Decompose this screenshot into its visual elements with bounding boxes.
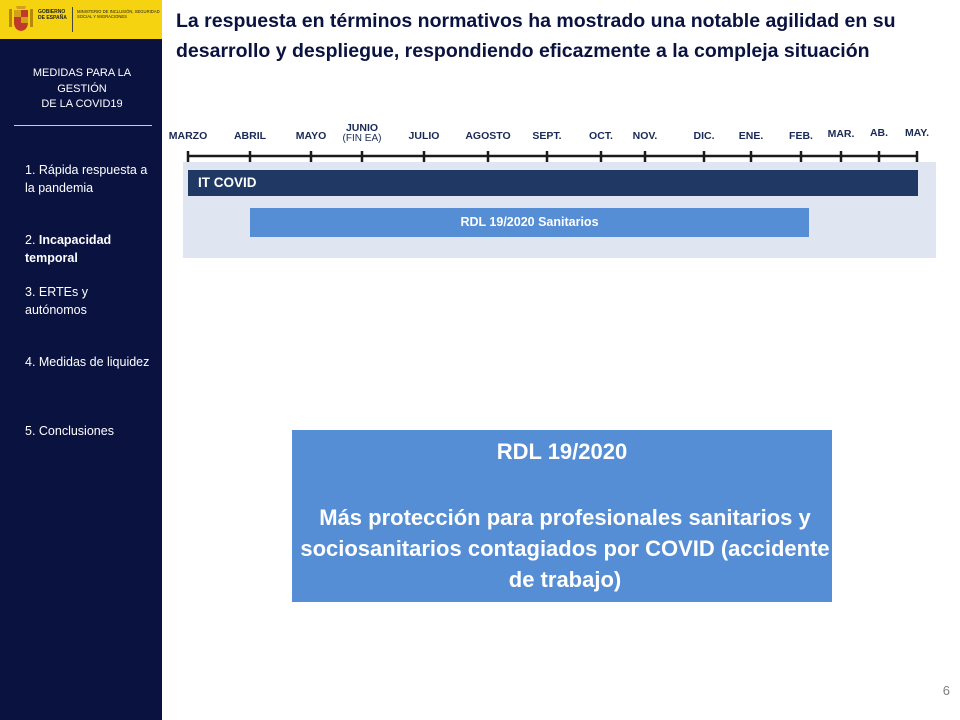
timeline-month-label: ABRIL — [233, 130, 267, 142]
timeline-month-label: MARZO — [168, 130, 208, 142]
logo-divider — [72, 7, 73, 32]
sidebar-title-line: GESTIÓN — [57, 82, 107, 95]
rdl-callout-box: RDL 19/2020 Más protección para profesio… — [292, 430, 832, 602]
sidebar-item-rapida-respuesta[interactable]: 1. Rápida respuesta a la pandemia — [25, 161, 151, 197]
sidebar-item-number: 2. — [25, 233, 39, 247]
sidebar-item-conclusiones[interactable]: 5. Conclusiones — [25, 422, 151, 440]
ministerio-text: MINISTERIO DE INCLUSIÓN, SEGURIDAD SOCIA… — [77, 9, 160, 20]
it-covid-bar: IT COVID — [188, 170, 918, 196]
callout-body: Más protección para profesionales sanita… — [300, 505, 830, 592]
timeline-month-label: MAY. — [904, 127, 930, 139]
timeline-month-label: FEB. — [789, 130, 813, 142]
sidebar-title-line: MEDIDAS PARA LA — [32, 67, 132, 79]
timeline-month-label: MAYO — [295, 130, 327, 142]
government-logo: GOBIERNO DE ESPAÑA MINISTERIO DE INCLUSI… — [0, 0, 162, 39]
page-number: 6 — [942, 683, 950, 698]
rdl-sanitarios-bar: RDL 19/2020 Sanitarios — [250, 208, 809, 237]
timeline-month-label: SEPT. — [532, 130, 562, 142]
sidebar-divider — [14, 125, 152, 126]
timeline-month-label: DIC. — [693, 130, 715, 142]
junio-note: (FIN EA) — [342, 133, 382, 144]
sidebar-title: MEDIDAS PARA LA GESTIÓN DE LA COVID19 — [14, 66, 150, 113]
callout-title: RDL 19/2020 — [496, 439, 628, 464]
slide-headline: La respuesta en términos normativos ha m… — [176, 10, 896, 62]
sidebar-item-liquidez[interactable]: 4. Medidas de liquidez — [25, 353, 151, 371]
timeline-month-label: OCT. — [589, 130, 613, 142]
timeline-month-label: ENE. — [738, 130, 764, 142]
sidebar: GOBIERNO DE ESPAÑA MINISTERIO DE INCLUSI… — [0, 0, 162, 720]
sidebar-item-label: Incapacidad temporal — [25, 233, 112, 265]
timeline-month-label: MAR. — [827, 128, 855, 140]
timeline-month-label: AGOSTO — [465, 130, 511, 142]
coat-of-arms-icon — [9, 6, 33, 31]
sidebar-item-ertes[interactable]: 3. ERTEs y autónomos — [25, 283, 151, 319]
gobierno-text: GOBIERNO DE ESPAÑA — [38, 9, 67, 21]
timeline-month-label: AB. — [869, 127, 889, 139]
sidebar-title-line: DE LA COVID19 — [41, 98, 123, 110]
timeline-month-label: JULIO — [408, 130, 440, 142]
sidebar-item-incapacidad-temporal[interactable]: 2. Incapacidad temporal — [25, 231, 151, 267]
timeline-month-label: NOV. — [632, 130, 658, 142]
